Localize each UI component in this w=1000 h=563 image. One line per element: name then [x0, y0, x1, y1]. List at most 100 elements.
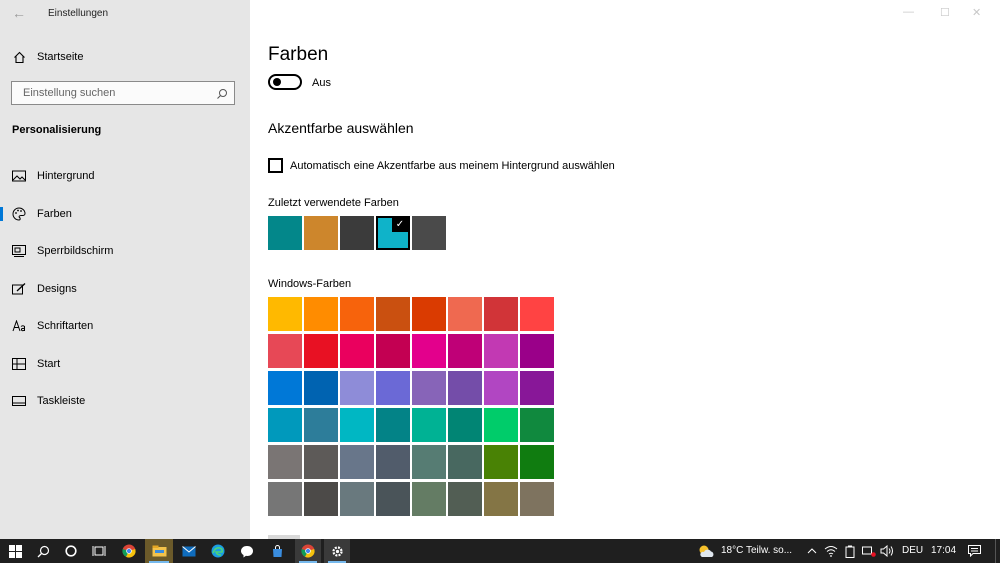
windows-color-swatch[interactable] — [448, 334, 482, 368]
search-field[interactable] — [11, 81, 235, 105]
windows-color-swatch[interactable] — [304, 334, 338, 368]
maximize-button[interactable]: ☐ — [940, 6, 950, 19]
windows-color-swatch[interactable] — [520, 408, 554, 442]
messenger-icon[interactable] — [235, 539, 259, 563]
windows-color-swatch[interactable] — [484, 334, 518, 368]
windows-color-swatch[interactable] — [268, 297, 302, 331]
windows-color-swatch[interactable] — [376, 371, 410, 405]
windows-color-swatch[interactable] — [412, 482, 446, 516]
checkmark-icon: ✓ — [392, 218, 408, 232]
windows-color-swatch[interactable] — [268, 371, 302, 405]
windows-color-swatch[interactable] — [520, 445, 554, 479]
windows-color-swatch[interactable] — [376, 482, 410, 516]
chevron-up-icon[interactable] — [804, 539, 820, 563]
windows-color-swatch[interactable] — [268, 445, 302, 479]
windows-color-swatch[interactable] — [448, 482, 482, 516]
recent-color-swatch[interactable] — [268, 216, 302, 250]
volume-icon[interactable] — [878, 539, 896, 563]
show-desktop-button[interactable] — [995, 539, 1000, 563]
settings-icon[interactable] — [324, 539, 350, 563]
transparency-toggle[interactable] — [268, 74, 302, 90]
windows-color-swatch[interactable] — [412, 297, 446, 331]
recent-color-swatch[interactable] — [304, 216, 338, 250]
notification-icon[interactable] — [964, 539, 984, 563]
auto-accent-checkbox[interactable] — [268, 158, 283, 173]
sidebar-item-start[interactable]: Start — [0, 349, 250, 379]
battery-icon[interactable] — [842, 539, 858, 563]
minimize-button[interactable]: — — [903, 6, 914, 18]
windows-color-swatch[interactable] — [340, 445, 374, 479]
windows-color-swatch[interactable] — [268, 482, 302, 516]
windows-color-swatch[interactable] — [304, 482, 338, 516]
windows-color-swatch[interactable] — [304, 371, 338, 405]
windows-color-swatch[interactable] — [412, 334, 446, 368]
windows-color-swatch[interactable] — [304, 297, 338, 331]
windows-color-swatch[interactable] — [412, 445, 446, 479]
windows-color-swatch[interactable] — [484, 297, 518, 331]
weather-text[interactable]: 18°C Teilw. so... — [721, 545, 792, 556]
windows-color-swatch[interactable] — [304, 408, 338, 442]
windows-color-swatch[interactable] — [268, 334, 302, 368]
windows-color-swatch[interactable] — [376, 297, 410, 331]
windows-color-swatch[interactable] — [412, 371, 446, 405]
explorer-icon[interactable] — [145, 539, 173, 563]
windows-color-swatch[interactable] — [448, 371, 482, 405]
windows-color-swatch[interactable] — [340, 408, 374, 442]
toggle-knob — [273, 78, 281, 86]
wifi-icon[interactable] — [822, 539, 840, 563]
toggle-state-label: Aus — [312, 77, 331, 89]
language-indicator[interactable]: DEU — [902, 545, 923, 556]
windows-color-swatch[interactable] — [484, 445, 518, 479]
sidebar-item-home[interactable]: Startseite — [0, 42, 250, 72]
windows-color-swatch[interactable] — [304, 445, 338, 479]
windows-color-swatch[interactable] — [520, 371, 554, 405]
windows-color-swatch[interactable] — [520, 334, 554, 368]
recent-color-swatch[interactable]: ✓ — [376, 216, 410, 250]
windows-color-swatch[interactable] — [448, 408, 482, 442]
chrome-window-icon[interactable] — [295, 539, 321, 563]
windows-color-swatch[interactable] — [340, 371, 374, 405]
windows-color-swatch[interactable] — [484, 482, 518, 516]
windows-color-swatch[interactable] — [448, 297, 482, 331]
sidebar-item-designs[interactable]: Designs — [0, 274, 250, 304]
windows-color-swatch[interactable] — [484, 371, 518, 405]
store-icon[interactable] — [265, 539, 289, 563]
windows-color-swatch[interactable] — [448, 445, 482, 479]
sidebar-item-hintergrund[interactable]: Hintergrund — [0, 161, 250, 191]
windows-color-swatch[interactable] — [376, 445, 410, 479]
sidebar-item-farben[interactable]: Farben — [0, 199, 250, 229]
edge-icon[interactable] — [206, 539, 230, 563]
windows-color-swatch[interactable] — [268, 408, 302, 442]
cortana-icon[interactable] — [59, 539, 83, 563]
taskview-icon[interactable] — [87, 539, 111, 563]
camera-muted-icon[interactable] — [860, 539, 878, 563]
search-icon[interactable] — [31, 539, 55, 563]
close-button[interactable]: ✕ — [972, 6, 981, 19]
weather-icon[interactable] — [696, 539, 716, 563]
windows-color-swatch[interactable] — [376, 408, 410, 442]
recent-color-swatch[interactable] — [412, 216, 446, 250]
windows-color-swatch[interactable] — [520, 482, 554, 516]
clock[interactable]: 17:04 — [931, 545, 956, 556]
windows-color-swatch[interactable] — [340, 482, 374, 516]
windows-color-swatch[interactable] — [376, 334, 410, 368]
auto-accent-label[interactable]: Automatisch eine Akzentfarbe aus meinem … — [290, 160, 615, 172]
windows-color-swatch[interactable] — [520, 297, 554, 331]
mail-icon[interactable] — [177, 539, 201, 563]
sidebar-item-schriftarten[interactable]: Schriftarten — [0, 311, 250, 341]
recent-colors: ✓ — [268, 216, 446, 250]
taskbar-icon — [12, 394, 26, 408]
sidebar-item-sperrbildschirm[interactable]: Sperrbildschirm — [0, 236, 250, 266]
windows-color-swatch[interactable] — [340, 297, 374, 331]
windows-color-swatch[interactable] — [412, 408, 446, 442]
start-button[interactable] — [3, 539, 27, 563]
windows-color-swatch[interactable] — [340, 334, 374, 368]
windows-color-swatch[interactable] — [484, 408, 518, 442]
recent-color-swatch[interactable] — [340, 216, 374, 250]
chrome-icon[interactable] — [117, 539, 141, 563]
search-icon[interactable] — [216, 87, 228, 105]
back-icon[interactable]: ← — [10, 4, 28, 22]
search-input[interactable] — [21, 86, 215, 100]
sidebar-item-taskleiste[interactable]: Taskleiste — [0, 386, 250, 416]
sidebar-item-label: Startseite — [37, 51, 84, 63]
